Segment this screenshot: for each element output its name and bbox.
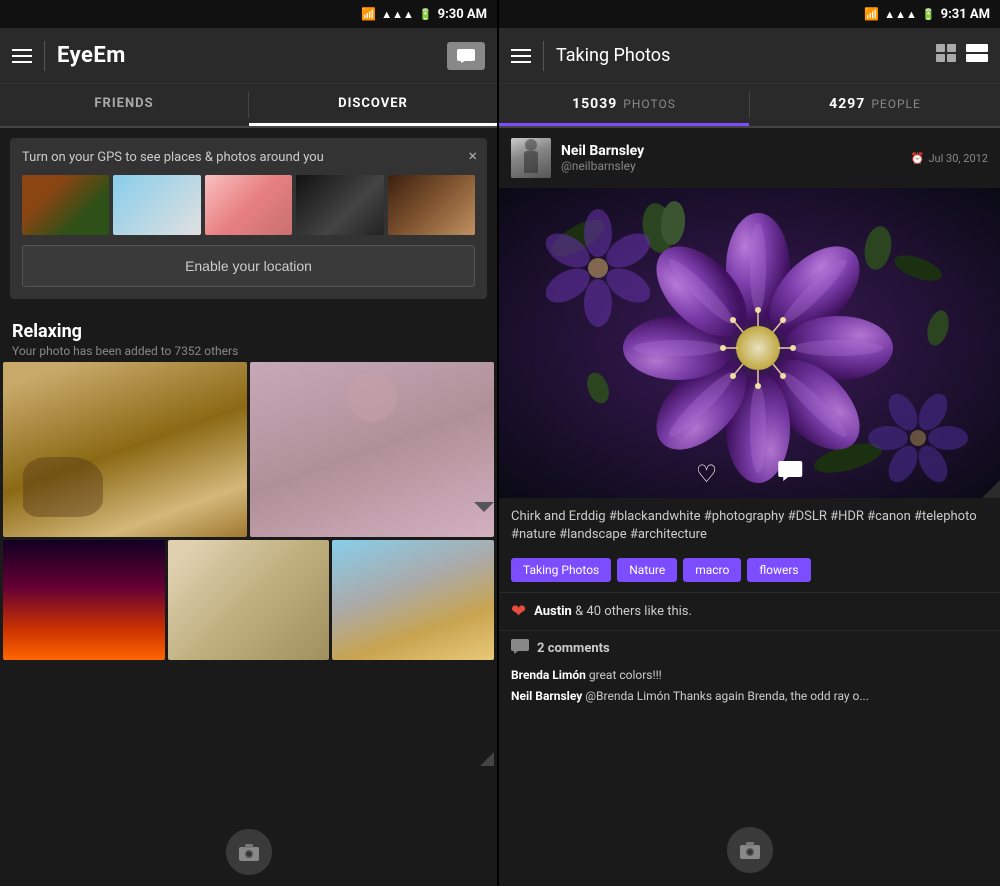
post-handle[interactable]: @neilbarnsley — [561, 159, 901, 173]
right-page-title: Taking Photos — [556, 45, 924, 66]
grid-row-1 — [3, 362, 494, 537]
comment-2: Neil Barnsley @Brenda Limón Thanks again… — [511, 687, 988, 705]
view-toggle — [936, 44, 988, 67]
gps-photo-1 — [22, 175, 109, 235]
comments-header: 2 comments — [511, 639, 988, 658]
gps-photo-2 — [113, 175, 200, 235]
section-title: Relaxing — [12, 321, 485, 342]
post-actions: ♡ — [696, 460, 804, 488]
header-divider — [44, 41, 45, 71]
hamburger-menu-icon[interactable] — [12, 49, 32, 63]
tab-people[interactable]: 4297 PEOPLE — [750, 84, 1000, 126]
left-content: × Turn on your GPS to see places & photo… — [0, 128, 497, 886]
photo-dog[interactable] — [3, 362, 247, 537]
post-time: ⏰ Jul 30, 2012 — [911, 152, 988, 165]
corner-marker-1 — [480, 752, 494, 766]
comment-icon — [511, 639, 529, 658]
right-tabs: 15039 PHOTOS 4297 PEOPLE — [499, 84, 1000, 128]
post-card: Neil Barnsley @neilbarnsley ⏰ Jul 30, 20… — [499, 128, 1000, 716]
gps-text: Turn on your GPS to see places & photos … — [22, 150, 475, 165]
comments-count: 2 comments — [537, 641, 610, 656]
post-image[interactable]: ♡ — [499, 188, 1000, 498]
gps-photo-5 — [388, 175, 475, 235]
tag-nature[interactable]: Nature — [617, 558, 677, 582]
gps-photo-4 — [296, 175, 383, 235]
right-hamburger-icon[interactable] — [511, 49, 531, 63]
list-view-icon[interactable] — [966, 44, 988, 67]
left-header: EyeEm — [0, 28, 497, 84]
corner-triangle — [982, 480, 1000, 498]
photo-dog2[interactable] — [168, 540, 330, 660]
post-likes: ❤ Austin & 40 others like this. — [499, 592, 1000, 630]
post-username[interactable]: Neil Barnsley — [561, 143, 901, 159]
tab-discover[interactable]: DISCOVER — [249, 84, 497, 126]
gps-banner: × Turn on your GPS to see places & photo… — [10, 138, 487, 299]
post-caption: Chirk and Erddig #blackandwhite #photogr… — [499, 498, 1000, 554]
grid-row-2 — [3, 540, 494, 660]
right-camera-button[interactable] — [724, 824, 776, 876]
left-tabs: FRIENDS DISCOVER — [0, 84, 497, 128]
photo-grid — [0, 362, 497, 660]
grid-view-icon[interactable] — [936, 44, 958, 67]
photo-grass[interactable] — [332, 540, 494, 660]
tag-macro[interactable]: macro — [683, 558, 741, 582]
like-button[interactable]: ♡ — [696, 460, 718, 488]
right-status-bar: 📶 ▲▲▲ 🔋 9:31 AM — [499, 0, 1000, 28]
enable-location-button[interactable]: Enable your location — [22, 245, 475, 287]
gps-close-button[interactable]: × — [468, 146, 477, 165]
right-signal-icon: ▲▲▲ — [884, 8, 917, 21]
like-heart-icon: ❤ — [511, 601, 526, 622]
left-status-bar: 📶 ▲▲▲ 🔋 9:30 AM — [0, 0, 497, 28]
right-time: 9:31 AM — [941, 7, 990, 22]
tab-friends[interactable]: FRIENDS — [0, 84, 248, 126]
signal-icon: ▲▲▲ — [381, 8, 414, 21]
right-wifi-icon: 📶 — [864, 7, 879, 21]
left-panel: 📶 ▲▲▲ 🔋 9:30 AM EyeEm FRIENDS DISCOVER — [0, 0, 497, 886]
battery-icon: 🔋 — [419, 8, 433, 21]
section-subtitle: Your photo has been added to 7352 others — [12, 344, 485, 358]
scroll-indicator — [474, 502, 494, 512]
app-title: EyeEm — [57, 43, 435, 68]
section-header: Relaxing Your photo has been added to 73… — [0, 309, 497, 362]
avatar[interactable] — [511, 138, 551, 178]
tag-flowers[interactable]: flowers — [747, 558, 810, 582]
chat-icon-button[interactable] — [447, 42, 485, 70]
right-panel: 📶 ▲▲▲ 🔋 9:31 AM Taking Photos — [497, 0, 1000, 886]
post-header: Neil Barnsley @neilbarnsley ⏰ Jul 30, 20… — [499, 128, 1000, 188]
right-battery-icon: 🔋 — [922, 8, 936, 21]
right-header-divider — [543, 41, 544, 71]
wifi-icon: 📶 — [361, 7, 376, 21]
comment-1: Brenda Limón great colors!!! — [511, 666, 988, 684]
gps-photo-3 — [205, 175, 292, 235]
right-camera-area — [499, 814, 1000, 886]
gps-photos — [22, 175, 475, 235]
photo-girl[interactable] — [250, 362, 494, 537]
like-text: Austin & 40 others like this. — [534, 604, 692, 619]
camera-button[interactable] — [223, 826, 275, 878]
photo-sunset[interactable] — [3, 540, 165, 660]
post-user-info: Neil Barnsley @neilbarnsley — [561, 143, 901, 173]
comment-button[interactable] — [777, 460, 803, 488]
clock-icon: ⏰ — [911, 152, 925, 165]
tab-photos[interactable]: 15039 PHOTOS — [499, 84, 749, 126]
post-comments-section: 2 comments Brenda Limón great colors!!! … — [499, 630, 1000, 716]
post-tags: Taking Photos Nature macro flowers — [499, 554, 1000, 592]
right-header: Taking Photos — [499, 28, 1000, 84]
left-time: 9:30 AM — [438, 7, 487, 22]
tag-taking-photos[interactable]: Taking Photos — [511, 558, 611, 582]
